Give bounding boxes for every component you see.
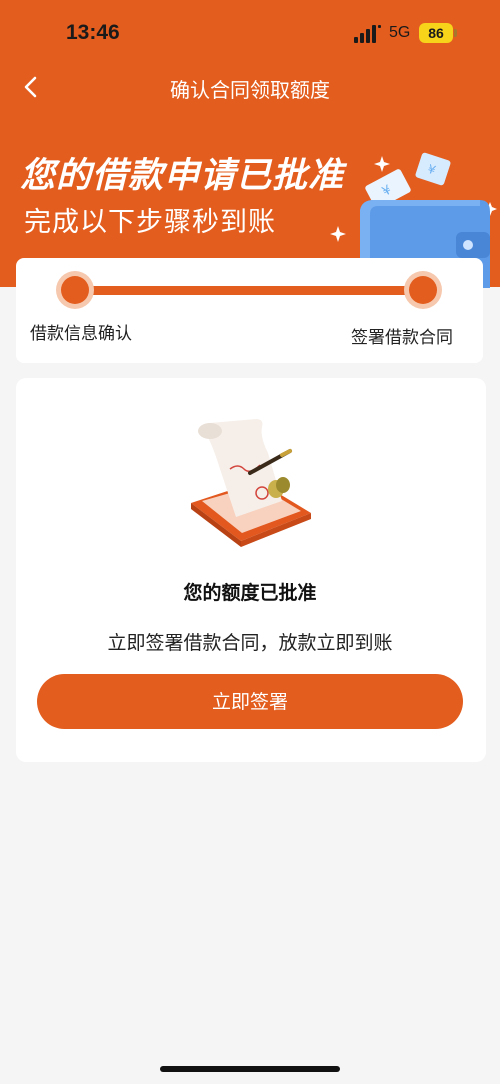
- banner-subtitle: 完成以下步骤秒到账: [24, 207, 276, 238]
- battery-level: 86: [428, 25, 444, 41]
- step-dot-1: [61, 276, 89, 304]
- signal-icon: [354, 25, 381, 43]
- step-label-1: 借款信息确认: [30, 324, 132, 344]
- status-bar: 13:46 5G 86: [0, 0, 500, 60]
- home-indicator[interactable]: [160, 1066, 340, 1072]
- banner-title: 您的借款申请已批准: [20, 156, 345, 196]
- status-time: 13:46: [66, 21, 120, 44]
- page-title: 确认合同领取额度: [170, 78, 330, 102]
- battery-icon: 86: [419, 23, 453, 43]
- step-label-2: 签署借款合同: [351, 328, 453, 348]
- step-dot-2: [409, 276, 437, 304]
- network-label: 5G: [389, 24, 411, 41]
- sign-now-button[interactable]: 立即签署: [37, 674, 463, 729]
- progress-line: [75, 286, 423, 295]
- approved-description: 立即签署借款合同，放款立即到账: [107, 632, 393, 654]
- battery-tip: [454, 29, 457, 37]
- contract-illustration: [191, 419, 311, 547]
- approved-title: 您的额度已批准: [183, 582, 317, 604]
